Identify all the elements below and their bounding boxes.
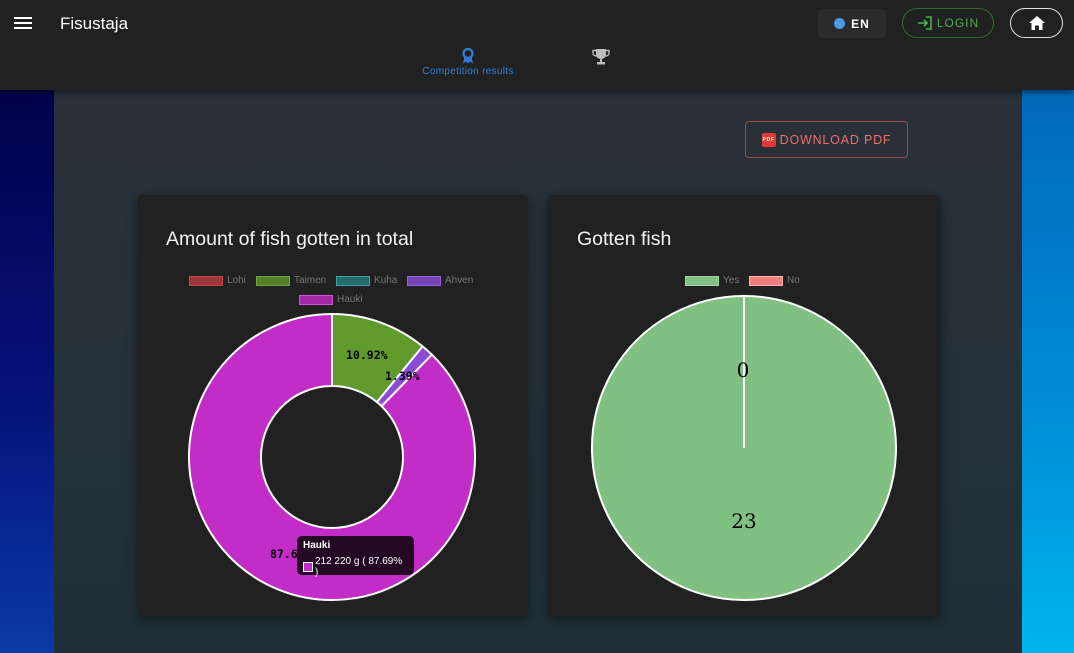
language-label: EN <box>851 16 870 31</box>
home-icon <box>1028 16 1045 30</box>
download-pdf-button[interactable]: PDF DOWNLOAD PDF <box>745 121 908 158</box>
tooltip-swatch <box>303 562 313 572</box>
chart-tooltip: Hauki 212 220 g ( 87.69% ) <box>297 536 414 578</box>
background-left <box>0 90 54 653</box>
login-icon <box>917 16 932 30</box>
gotten-fish-pie-chart[interactable]: 0 23 <box>548 195 940 616</box>
app-title: Fisustaja <box>60 14 129 33</box>
home-button[interactable] <box>1010 8 1063 38</box>
award-ribbon-icon <box>462 48 474 64</box>
tab-label: Competition results <box>422 66 514 77</box>
data-label-yes: 23 <box>731 509 756 533</box>
app-bar: Fisustaja EN LOGIN Competition results <box>0 0 1074 90</box>
data-label-taimen: 10.92% <box>346 348 388 362</box>
tab-competition-results[interactable]: Competition results <box>415 48 521 77</box>
login-label: LOGIN <box>936 16 980 30</box>
background-right <box>1022 90 1074 653</box>
download-pdf-label: DOWNLOAD PDF <box>779 132 892 147</box>
gotten-fish-card: Gotten fish Yes No 0 23 <box>548 195 940 616</box>
fish-amount-card: Amount of fish gotten in total Lohi Taim… <box>137 195 528 616</box>
menu-icon[interactable] <box>14 15 32 31</box>
data-label-hauki: 87.6 <box>270 547 298 561</box>
data-label-ahven: 1.39% <box>385 369 420 383</box>
data-label-no: 0 <box>737 358 750 382</box>
tab-trophy[interactable] <box>588 48 614 65</box>
tooltip-title: Hauki <box>303 540 331 551</box>
pdf-icon: PDF <box>761 132 776 147</box>
globe-icon <box>834 18 846 29</box>
login-button[interactable]: LOGIN <box>902 8 994 38</box>
trophy-icon <box>592 49 610 65</box>
language-button[interactable]: EN <box>818 9 886 38</box>
tooltip-value: 212 220 g ( 87.69% ) <box>314 556 403 578</box>
